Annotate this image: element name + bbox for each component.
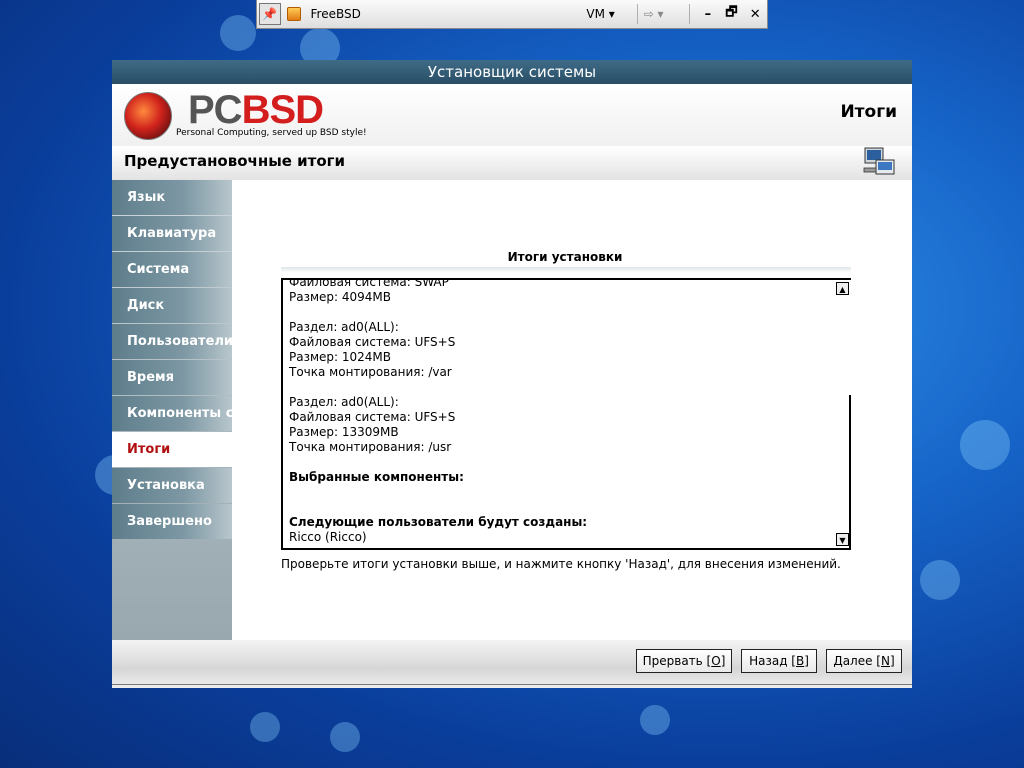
- summary-line: Размер: 1024MB: [289, 350, 392, 364]
- step-title: Предустановочные итоги: [124, 152, 346, 170]
- sidebar-item[interactable]: Клавиатура: [112, 216, 232, 251]
- sidebar-item[interactable]: Диск: [112, 288, 232, 323]
- summary-line: [289, 305, 831, 320]
- summary-textbox[interactable]: Файловая система: SWAP Размер: 4094MB Разд…: [281, 278, 851, 550]
- sidebar-item[interactable]: Пользователи: [112, 324, 232, 359]
- scroll-up-button[interactable]: ▲: [836, 282, 849, 295]
- summary-title: Итоги установки: [507, 250, 623, 264]
- vm-title: FreeBSD: [310, 7, 361, 21]
- back-button[interactable]: Назад [B]: [741, 649, 817, 673]
- sidebar-item[interactable]: Компоненты системы: [112, 396, 232, 431]
- computer-icon: [863, 147, 895, 175]
- summary-title-underline: [281, 267, 851, 273]
- summary-line: Раздел: ad0(ALL):: [289, 320, 399, 334]
- summary-line: Файловая система: UFS+S: [289, 335, 456, 349]
- steps-sidebar: Язык Клавиатура Система Диск Пользователи Вре…: [112, 180, 232, 640]
- vm-toolbar: 📌 FreeBSD VM ▾ ⇨ ▾ – 🗗 ✕: [256, 0, 768, 29]
- desktop-bokeh: [250, 712, 280, 742]
- summary-panel: Итоги установки Файловая система: SWAP Ра…: [232, 180, 902, 639]
- window-title: Установщик системы: [112, 60, 912, 85]
- close-button[interactable]: ✕: [743, 7, 767, 22]
- summary-line: Размер: 13309MB: [289, 425, 399, 439]
- scrollbar-track[interactable]: [849, 395, 851, 550]
- button-bar: Прервать [O] Назад [B] Далее [N]: [112, 640, 912, 688]
- sidebar-item[interactable]: Завершено: [112, 504, 232, 539]
- pcbsd-logo-text: PCBSD: [188, 88, 324, 132]
- minimize-button[interactable]: –: [696, 7, 720, 22]
- virtualbox-logo-icon: [286, 7, 301, 21]
- summary-line: Выбранные компоненты:: [289, 470, 464, 484]
- summary-line: Ricco (Ricco): [289, 530, 367, 544]
- desktop-bokeh: [640, 705, 670, 735]
- next-button[interactable]: Далее [N]: [826, 649, 902, 673]
- desktop-bokeh: [330, 722, 360, 752]
- page-title: Итоги: [840, 102, 897, 122]
- summary-line: Файловая система: UFS+S: [289, 410, 456, 424]
- summary-line: Точка монтирования: /var: [289, 365, 452, 379]
- restore-button[interactable]: 🗗: [720, 3, 744, 25]
- step-header: Предустановочные итоги: [112, 146, 912, 180]
- summary-line: [289, 380, 831, 395]
- vm-menu-button[interactable]: VM ▾: [586, 7, 630, 21]
- installer-header: PCBSD Personal Computing, served up BSD …: [112, 84, 912, 146]
- summary-hint: Проверьте итоги установки выше, и нажмит…: [281, 557, 841, 571]
- summary-line: [289, 455, 831, 470]
- summary-line: Раздел: ad0(ALL):: [289, 395, 399, 409]
- abort-button[interactable]: Прервать [O]: [636, 649, 732, 673]
- desktop-bokeh: [220, 15, 256, 51]
- sidebar-item[interactable]: Система: [112, 252, 232, 287]
- sidebar-item[interactable]: Время: [112, 360, 232, 395]
- footer-divider: [112, 684, 912, 685]
- pcbsd-logo-icon: [124, 92, 172, 140]
- sidebar-item[interactable]: Итоги: [112, 432, 232, 467]
- logo-tagline: Personal Computing, served up BSD style!: [176, 128, 367, 138]
- summary-line: Следующие пользователи будут созданы:: [289, 515, 588, 529]
- summary-line: [289, 500, 831, 515]
- desktop-bokeh: [960, 420, 1010, 470]
- pin-icon[interactable]: 📌: [259, 3, 281, 25]
- summary-text: Файловая система: SWAP Размер: 4094MB Разд…: [289, 278, 831, 545]
- sidebar-item[interactable]: Язык: [112, 180, 232, 215]
- scroll-down-button[interactable]: ▼: [836, 533, 849, 546]
- toolbar-separator: [689, 4, 691, 24]
- installer-window: Установщик системы PCBSD Personal Comput…: [112, 60, 912, 688]
- summary-line: Размер: 4094MB: [289, 290, 392, 304]
- sidebar-item[interactable]: Установка: [112, 468, 232, 503]
- summary-line: [289, 485, 831, 500]
- summary-line: Точка монтирования: /usr: [289, 440, 452, 454]
- summary-line: Файловая система: SWAP: [289, 278, 449, 289]
- toolbar-separator: [636, 4, 638, 24]
- desktop-bokeh: [920, 560, 960, 600]
- send-key-arrow-icon[interactable]: ⇨ ▾: [644, 7, 683, 21]
